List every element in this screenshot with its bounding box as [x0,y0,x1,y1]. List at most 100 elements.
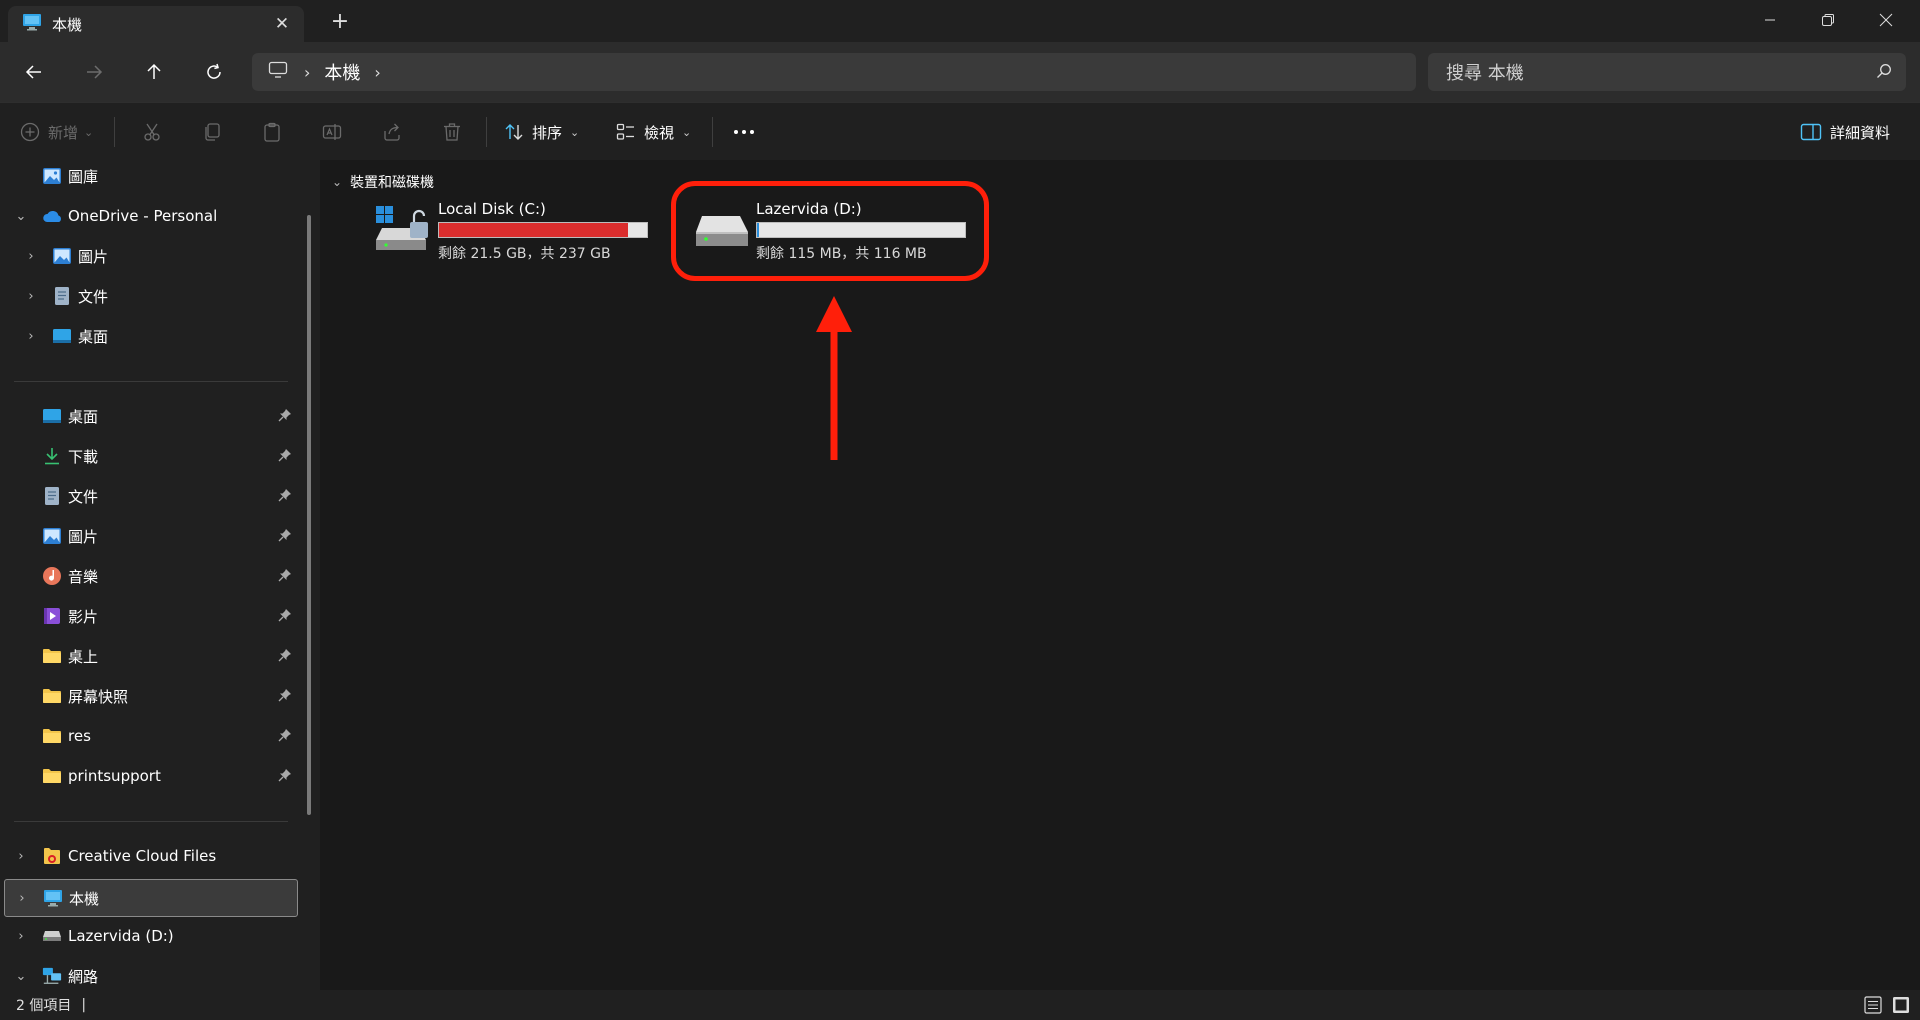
chevron-right-icon[interactable]: › [14,891,30,906]
details-label: 詳細資料 [1830,123,1891,142]
rename-button[interactable] [322,117,342,147]
sidebar-item-folder[interactable]: res [0,718,300,754]
pin-icon[interactable] [278,488,292,506]
more-options-button[interactable] [732,117,756,147]
sidebar-item-lazervida-drive[interactable]: › Lazervida (D:) [0,918,300,954]
pin-icon[interactable] [278,688,292,706]
title-bar: 本機 ✕ + [0,0,1920,42]
sidebar-scrollbar[interactable] [307,215,311,815]
sidebar-item-this-pc[interactable]: › 本機 [4,879,298,917]
sidebar-item-network[interactable]: ⌄ 網路 [0,958,300,990]
breadcrumb-this-pc[interactable]: 本機 [324,59,360,85]
view-icon [616,123,634,140]
cut-button[interactable] [142,117,162,147]
delete-button[interactable] [442,117,462,147]
search-icon[interactable] [1876,63,1892,83]
copy-button[interactable] [202,117,222,147]
trash-icon [444,123,460,141]
sidebar-item-label: 圖片 [78,247,109,266]
creative-cloud-icon [42,846,62,866]
sidebar-item-gallery[interactable]: 圖庫 [0,160,300,194]
breadcrumb-separator[interactable]: › [374,63,380,82]
chevron-right-icon[interactable]: › [23,249,39,264]
search-placeholder: 搜尋 本機 [1446,63,1524,84]
pin-icon[interactable] [278,528,292,546]
restore-button[interactable] [1800,0,1856,40]
search-input[interactable]: 搜尋 本機 [1428,53,1906,91]
chevron-right-icon[interactable]: › [23,289,39,304]
details-view-button[interactable] [1862,994,1884,1016]
minimize-icon [1765,19,1775,21]
sidebar-item-folder[interactable]: 桌上 [0,638,300,674]
pictures-icon [52,246,72,266]
address-bar[interactable]: › 本機 › [252,53,1416,91]
documents-icon [42,486,62,506]
sidebar-item-music[interactable]: 音樂 [0,558,300,594]
sidebar-item-label: Lazervida (D:) [68,927,174,945]
restore-icon [1822,14,1834,26]
paste-button[interactable] [262,117,282,147]
pin-icon[interactable] [278,448,292,466]
annotation-arrow-icon [816,296,852,460]
share-button[interactable] [382,117,402,147]
sidebar-item-label: printsupport [68,767,161,785]
view-label: 檢視 [644,123,675,142]
chevron-down-icon[interactable]: ⌄ [332,175,342,189]
chevron-right-icon[interactable]: › [23,329,39,344]
sidebar-item-onedrive[interactable]: ⌄ OneDrive - Personal [0,198,300,234]
sidebar-item-pictures[interactable]: 圖片 [0,518,300,554]
details-pane-icon [1800,123,1822,141]
drive-name: Local Disk (C:) [438,200,546,218]
new-button[interactable]: 新增 ⌄ [20,117,93,147]
drive-space-text: 剩餘 21.5 GB，共 237 GB [438,246,611,262]
forward-button[interactable] [78,56,110,88]
sidebar-item-folder[interactable]: 屏幕快照 [0,678,300,714]
pictures-icon [42,526,62,546]
status-separator: | [81,997,87,1013]
sidebar-item-onedrive-documents[interactable]: › 文件 [0,278,300,314]
chevron-right-icon[interactable]: › [13,849,29,864]
drive-tile-c[interactable]: Local Disk (C:) 剩餘 21.5 GB，共 237 GB [376,200,676,270]
tab-this-pc[interactable]: 本機 ✕ [8,6,304,42]
tiles-view-button[interactable] [1890,994,1912,1016]
pin-icon[interactable] [278,608,292,626]
pin-icon[interactable] [278,408,292,426]
close-tab-button[interactable]: ✕ [272,14,292,34]
breadcrumb-separator[interactable]: › [304,63,310,82]
sidebar-item-onedrive-desktop[interactable]: › 桌面 [0,318,300,354]
minimize-button[interactable] [1742,0,1798,40]
folder-icon [42,646,62,666]
paste-icon [264,122,280,142]
chevron-down-icon[interactable]: ⌄ [13,209,29,224]
sidebar-item-downloads[interactable]: 下載 [0,438,300,474]
sort-button[interactable]: 排序 ⌄ [504,117,579,147]
chevron-down-icon[interactable]: ⌄ [13,969,29,984]
pin-icon[interactable] [278,768,292,786]
sort-label: 排序 [532,123,563,142]
group-header-devices[interactable]: ⌄ 裝置和磁碟機 [332,172,434,192]
sidebar-item-desktop[interactable]: 桌面 [0,398,300,434]
view-button[interactable]: 檢視 ⌄ [616,117,691,147]
status-bar: 2 個項目 | [0,990,1920,1020]
annotation-highlight-box [671,181,989,281]
arrow-right-icon [87,65,103,79]
close-window-button[interactable] [1858,0,1914,40]
pin-icon[interactable] [278,648,292,666]
refresh-button[interactable] [198,56,230,88]
pin-icon[interactable] [278,568,292,586]
sidebar-item-folder[interactable]: printsupport [0,758,300,794]
back-button[interactable] [18,56,50,88]
up-button[interactable] [138,56,170,88]
new-label: 新增 [48,123,79,142]
sidebar-item-videos[interactable]: 影片 [0,598,300,634]
documents-icon [52,286,72,306]
sidebar-item-documents[interactable]: 文件 [0,478,300,514]
copy-icon [205,123,220,141]
new-tab-button[interactable]: + [328,10,352,34]
sidebar-item-onedrive-pictures[interactable]: › 圖片 [0,238,300,274]
pin-icon[interactable] [278,728,292,746]
chevron-right-icon[interactable]: › [13,929,29,944]
sidebar-item-creative-cloud[interactable]: › Creative Cloud Files [0,838,300,874]
tab-title: 本機 [52,15,83,34]
details-pane-button[interactable]: 詳細資料 [1800,117,1890,147]
